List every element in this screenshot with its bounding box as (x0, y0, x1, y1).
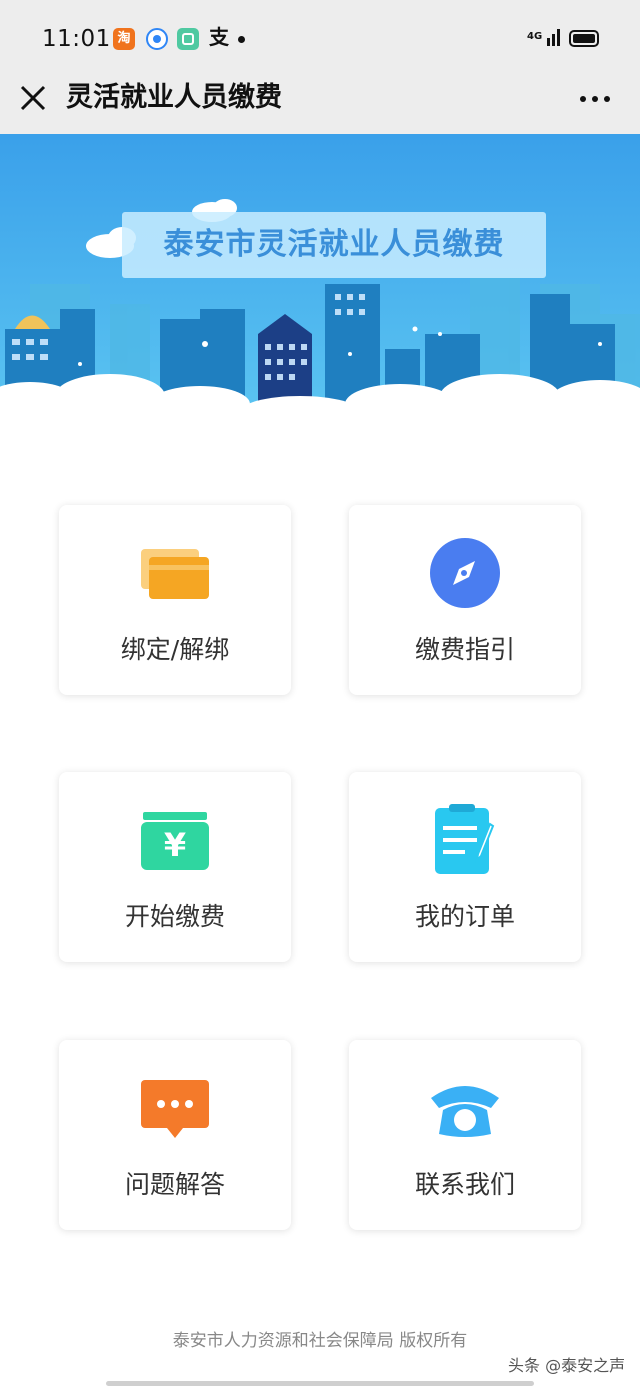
bind-unbind-card[interactable]: 绑定/解绑 (59, 505, 291, 695)
payment-guide-card[interactable]: 缴费指引 (349, 505, 581, 695)
banner-title-box: 泰安市灵活就业人员缴费 (122, 212, 546, 278)
nav-bar: 灵活就业人员缴费 (0, 64, 640, 134)
faq-label: 问题解答 (124, 1170, 225, 1199)
network-type: 4G (527, 31, 542, 42)
more-button[interactable] (572, 82, 618, 116)
battery-icon (569, 30, 599, 47)
alipay-icon: 支 (209, 25, 229, 49)
start-payment-label: 开始缴费 (124, 902, 225, 931)
close-icon (20, 85, 46, 111)
taobao-icon: 淘 (113, 28, 135, 50)
banner: 泰安市灵活就业人员缴费 (0, 134, 640, 444)
watermark: 头条 @泰安之声 (508, 1356, 626, 1375)
copyright-footer: 泰安市人力资源和社会保障局 版权所有 (172, 1331, 468, 1351)
contact-us-label: 联系我们 (414, 1170, 515, 1199)
home-indicator[interactable] (106, 1381, 534, 1386)
signal-icon: 4G (527, 29, 560, 46)
status-time: 11:01 (42, 26, 111, 52)
contact-us-card[interactable]: 联系我们 (349, 1040, 581, 1230)
close-button[interactable] (16, 81, 50, 115)
svg-text:¥: ¥ (164, 826, 186, 864)
banner-title: 泰安市灵活就业人员缴费 (163, 227, 505, 262)
page-title: 灵活就业人员缴费 (66, 82, 282, 113)
more-icon (580, 96, 610, 102)
telephone-icon (431, 1086, 499, 1137)
faq-card[interactable]: 问题解答 (59, 1040, 291, 1230)
notification-dot (238, 36, 245, 43)
clipboard-icon (435, 804, 495, 874)
compass-icon (430, 538, 500, 608)
yuan-wallet-icon: ¥ (141, 812, 209, 870)
my-orders-card[interactable]: 我的订单 (349, 772, 581, 962)
payment-guide-label: 缴费指引 (414, 635, 515, 664)
card-icon (141, 549, 209, 599)
start-payment-card[interactable]: ¥ 开始缴费 (59, 772, 291, 962)
my-orders-label: 我的订单 (414, 902, 515, 931)
chat-bubble-icon (141, 1080, 209, 1138)
browser-icon (146, 28, 168, 50)
bind-unbind-label: 绑定/解绑 (120, 635, 230, 664)
city-skyline-illustration (0, 134, 640, 444)
green-app-icon (177, 28, 199, 50)
